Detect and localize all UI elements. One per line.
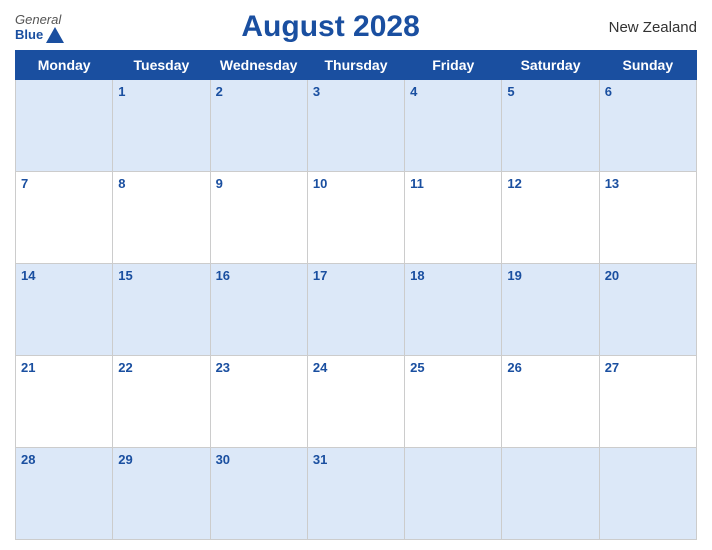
- date-number: 18: [410, 268, 424, 283]
- date-number: 13: [605, 176, 619, 191]
- calendar-week-2: 7 8 9 10 11 12 13: [16, 172, 697, 264]
- calendar-cell: 21: [16, 356, 113, 448]
- date-number: 21: [21, 360, 35, 375]
- date-number: 11: [410, 176, 424, 191]
- calendar-cell: 30: [210, 448, 307, 540]
- weekday-header-friday: Friday: [405, 51, 502, 80]
- date-number: 28: [21, 452, 35, 467]
- calendar-cell: 14: [16, 264, 113, 356]
- calendar-cell: 19: [502, 264, 599, 356]
- calendar-cell: 18: [405, 264, 502, 356]
- calendar-cell: 4: [405, 80, 502, 172]
- calendar-cell: 15: [113, 264, 210, 356]
- weekday-header-tuesday: Tuesday: [113, 51, 210, 80]
- calendar-table: MondayTuesdayWednesdayThursdayFridaySatu…: [15, 50, 697, 540]
- calendar-cell: 11: [405, 172, 502, 264]
- calendar-cell: 31: [307, 448, 404, 540]
- calendar-cell: 9: [210, 172, 307, 264]
- date-number: 30: [216, 452, 230, 467]
- calendar-cell: 5: [502, 80, 599, 172]
- calendar-cell: 20: [599, 264, 696, 356]
- calendar-cell: [502, 448, 599, 540]
- calendar-cell: 10: [307, 172, 404, 264]
- date-number: 9: [216, 176, 223, 191]
- logo-blue-text: Blue: [15, 27, 64, 43]
- calendar-week-5: 28 29 30 31: [16, 448, 697, 540]
- country-label: New Zealand: [597, 19, 697, 36]
- calendar-cell: 13: [599, 172, 696, 264]
- calendar-cell: 26: [502, 356, 599, 448]
- weekday-header-row: MondayTuesdayWednesdayThursdayFridaySatu…: [16, 51, 697, 80]
- calendar-cell: 3: [307, 80, 404, 172]
- weekday-header-sunday: Sunday: [599, 51, 696, 80]
- calendar-cell: 2: [210, 80, 307, 172]
- date-number: 26: [507, 360, 521, 375]
- calendar-week-4: 21 22 23 24 25 26 27: [16, 356, 697, 448]
- date-number: 22: [118, 360, 132, 375]
- weekday-header-thursday: Thursday: [307, 51, 404, 80]
- calendar-cell: 8: [113, 172, 210, 264]
- calendar-week-3: 14 15 16 17 18 19 20: [16, 264, 697, 356]
- date-number: 3: [313, 84, 320, 99]
- date-number: 8: [118, 176, 125, 191]
- date-number: 20: [605, 268, 619, 283]
- date-number: 1: [118, 84, 125, 99]
- calendar-cell: 7: [16, 172, 113, 264]
- weekday-header-wednesday: Wednesday: [210, 51, 307, 80]
- calendar-cell: 24: [307, 356, 404, 448]
- calendar-cell: 22: [113, 356, 210, 448]
- calendar-cell: 16: [210, 264, 307, 356]
- calendar-cell: 28: [16, 448, 113, 540]
- date-number: 31: [313, 452, 327, 467]
- date-number: 23: [216, 360, 230, 375]
- date-number: 19: [507, 268, 521, 283]
- date-number: 10: [313, 176, 327, 191]
- logo-general-text: General: [15, 12, 61, 27]
- page-header: General Blue August 2028 New Zealand: [15, 10, 697, 44]
- month-title: August 2028: [64, 10, 597, 44]
- date-number: 14: [21, 268, 35, 283]
- logo-triangle-icon: [46, 27, 64, 43]
- date-number: 4: [410, 84, 417, 99]
- date-number: 6: [605, 84, 612, 99]
- date-number: 16: [216, 268, 230, 283]
- date-number: 24: [313, 360, 327, 375]
- calendar-cell: [599, 448, 696, 540]
- logo: General Blue: [15, 12, 64, 43]
- date-number: 17: [313, 268, 327, 283]
- date-number: 29: [118, 452, 132, 467]
- date-number: 2: [216, 84, 223, 99]
- date-number: 5: [507, 84, 514, 99]
- calendar-cell: [16, 80, 113, 172]
- calendar-cell: 29: [113, 448, 210, 540]
- date-number: 25: [410, 360, 424, 375]
- date-number: 7: [21, 176, 28, 191]
- weekday-header-monday: Monday: [16, 51, 113, 80]
- calendar-cell: 25: [405, 356, 502, 448]
- calendar-week-1: 1 2 3 4 5 6: [16, 80, 697, 172]
- date-number: 12: [507, 176, 521, 191]
- calendar-cell: 23: [210, 356, 307, 448]
- calendar-cell: 1: [113, 80, 210, 172]
- weekday-header-saturday: Saturday: [502, 51, 599, 80]
- calendar-cell: 12: [502, 172, 599, 264]
- calendar-cell: 27: [599, 356, 696, 448]
- calendar-cell: 17: [307, 264, 404, 356]
- calendar-cell: [405, 448, 502, 540]
- date-number: 27: [605, 360, 619, 375]
- calendar-cell: 6: [599, 80, 696, 172]
- date-number: 15: [118, 268, 132, 283]
